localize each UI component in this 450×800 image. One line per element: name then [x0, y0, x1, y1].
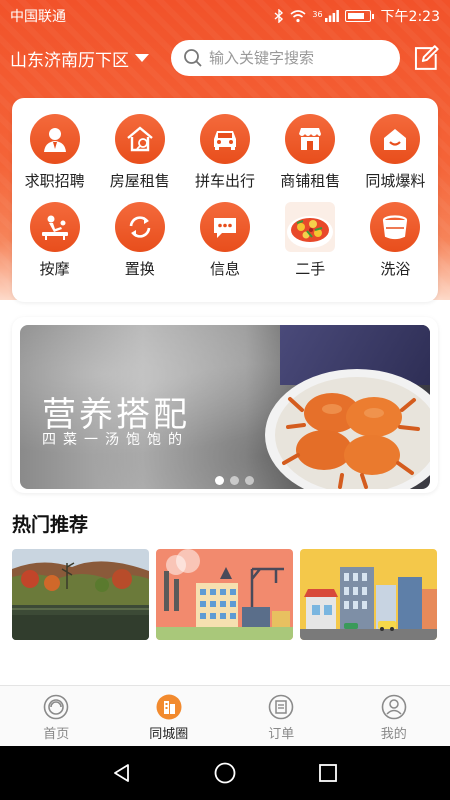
category-label: 拼车出行	[194, 172, 255, 190]
wifi-icon	[290, 9, 306, 22]
edit-icon[interactable]	[412, 44, 440, 72]
nav-orders[interactable]: 订单	[225, 686, 338, 746]
category-secondhand[interactable]: 二手	[268, 202, 353, 290]
message-icon	[199, 202, 250, 252]
back-button[interactable]	[102, 753, 142, 793]
nav-home[interactable]: 首页	[0, 686, 113, 746]
category-label: 房屋租售	[109, 172, 170, 190]
category-label: 商铺租售	[280, 172, 341, 190]
caret-down-icon	[135, 54, 149, 62]
carousel-dot[interactable]	[245, 476, 254, 485]
orders-icon	[268, 694, 294, 720]
category-label: 求职招聘	[24, 172, 85, 190]
category-label: 洗浴	[380, 260, 411, 278]
home-icon	[43, 694, 69, 720]
recents-square-icon	[319, 764, 338, 782]
category-carpool[interactable]: 拼车出行	[182, 114, 267, 202]
search-input[interactable]	[209, 49, 399, 67]
category-massage[interactable]: 按摩	[12, 202, 97, 290]
exchange-icon	[114, 202, 165, 252]
recents-button[interactable]	[308, 753, 348, 793]
food-photo-icon	[285, 202, 336, 252]
network-type-label: 36	[312, 10, 323, 19]
city-circle-icon	[156, 694, 182, 720]
clock-label: 下午2:23	[380, 9, 440, 25]
hot-section-title: 热门推荐	[12, 514, 89, 536]
home-circle-icon	[214, 762, 236, 784]
lake-scenery-card[interactable]	[12, 549, 149, 640]
shop-icon	[285, 114, 336, 164]
carousel-dot[interactable]	[215, 476, 224, 485]
profile-icon	[381, 694, 407, 720]
top-bar: 山东济南历下区	[0, 36, 450, 80]
category-bath[interactable]: 洗浴	[353, 202, 438, 290]
massage-icon	[29, 202, 80, 252]
carousel-dot[interactable]	[230, 476, 239, 485]
status-bar: 中国联通 36 下午2:23	[0, 0, 450, 32]
signal-icon	[324, 10, 339, 22]
city-illustration-card[interactable]	[300, 549, 437, 640]
home-news-icon	[370, 114, 421, 164]
category-label: 置换	[124, 260, 155, 278]
category-message[interactable]: 信息	[182, 202, 267, 290]
category-label: 按摩	[39, 260, 70, 278]
banner-card: 营养搭配 四菜一汤饱饱的	[12, 317, 438, 493]
search-box[interactable]	[171, 40, 401, 76]
nav-label: 同城圈	[149, 727, 189, 742]
banner-subtitle: 四菜一汤饱饱的	[42, 432, 189, 448]
home-button[interactable]	[205, 753, 245, 793]
carousel-dots	[215, 476, 254, 485]
nav-label: 订单	[268, 727, 295, 742]
system-nav-bar	[0, 746, 450, 800]
back-triangle-icon	[113, 764, 129, 782]
house-rent-icon	[114, 114, 165, 164]
category-exchange[interactable]: 置换	[97, 202, 182, 290]
nav-label: 我的	[380, 727, 407, 742]
factory-illustration-card[interactable]	[156, 549, 293, 640]
category-job[interactable]: 求职招聘	[12, 114, 97, 202]
hot-card-row	[12, 549, 438, 640]
bluetooth-icon	[274, 9, 284, 23]
search-icon	[184, 49, 202, 67]
location-label: 山东济南历下区	[10, 50, 129, 71]
category-news[interactable]: 同城爆料	[353, 114, 438, 202]
promo-banner[interactable]: 营养搭配 四菜一汤饱饱的	[20, 325, 430, 489]
bottom-nav: 首页 同城圈 订单 我的	[0, 685, 450, 746]
category-label: 信息	[209, 260, 240, 278]
category-shop[interactable]: 商铺租售	[268, 114, 353, 202]
nav-profile[interactable]: 我的	[338, 686, 450, 746]
bath-icon	[370, 202, 421, 252]
carpool-icon	[199, 114, 250, 164]
status-icons: 36 下午2:23	[274, 6, 440, 26]
location-selector[interactable]: 山东济南历下区	[10, 46, 149, 71]
carrier-label: 中国联通	[10, 9, 66, 25]
nav-city-circle[interactable]: 同城圈	[113, 686, 226, 746]
job-seeker-icon	[29, 114, 80, 164]
category-label: 二手	[295, 260, 326, 278]
nav-label: 首页	[43, 727, 70, 742]
category-grid: 求职招聘 房屋租售 拼车出行 商铺租售 同城爆料 按摩 置换 信息 二手 洗浴	[12, 98, 438, 302]
category-label: 同城爆料	[365, 172, 426, 190]
crab-plate-image	[265, 369, 430, 489]
battery-icon	[344, 10, 374, 22]
category-house[interactable]: 房屋租售	[97, 114, 182, 202]
